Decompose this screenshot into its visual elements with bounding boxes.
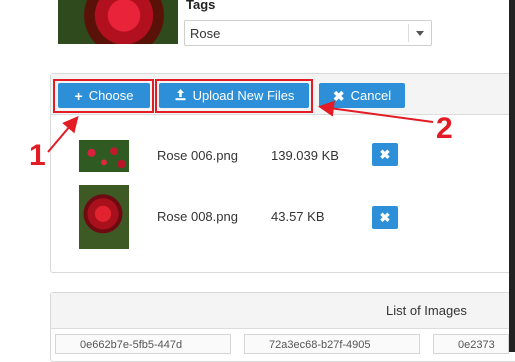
image-id-cell[interactable]: 0e662b7e-5fb5-447d — [55, 334, 231, 354]
image-id-cell[interactable]: 72a3ec68-b27f-4905 — [244, 334, 420, 354]
list-title: List of Images — [386, 303, 467, 318]
window-edge — [509, 0, 515, 352]
arrow-to-choose — [47, 115, 79, 153]
annotation-number-2: 2 — [436, 112, 453, 145]
arrow-to-upload — [318, 100, 434, 123]
image-id-cell[interactable]: 0e2373 — [433, 334, 509, 354]
annotation-number-1: 1 — [29, 139, 46, 172]
